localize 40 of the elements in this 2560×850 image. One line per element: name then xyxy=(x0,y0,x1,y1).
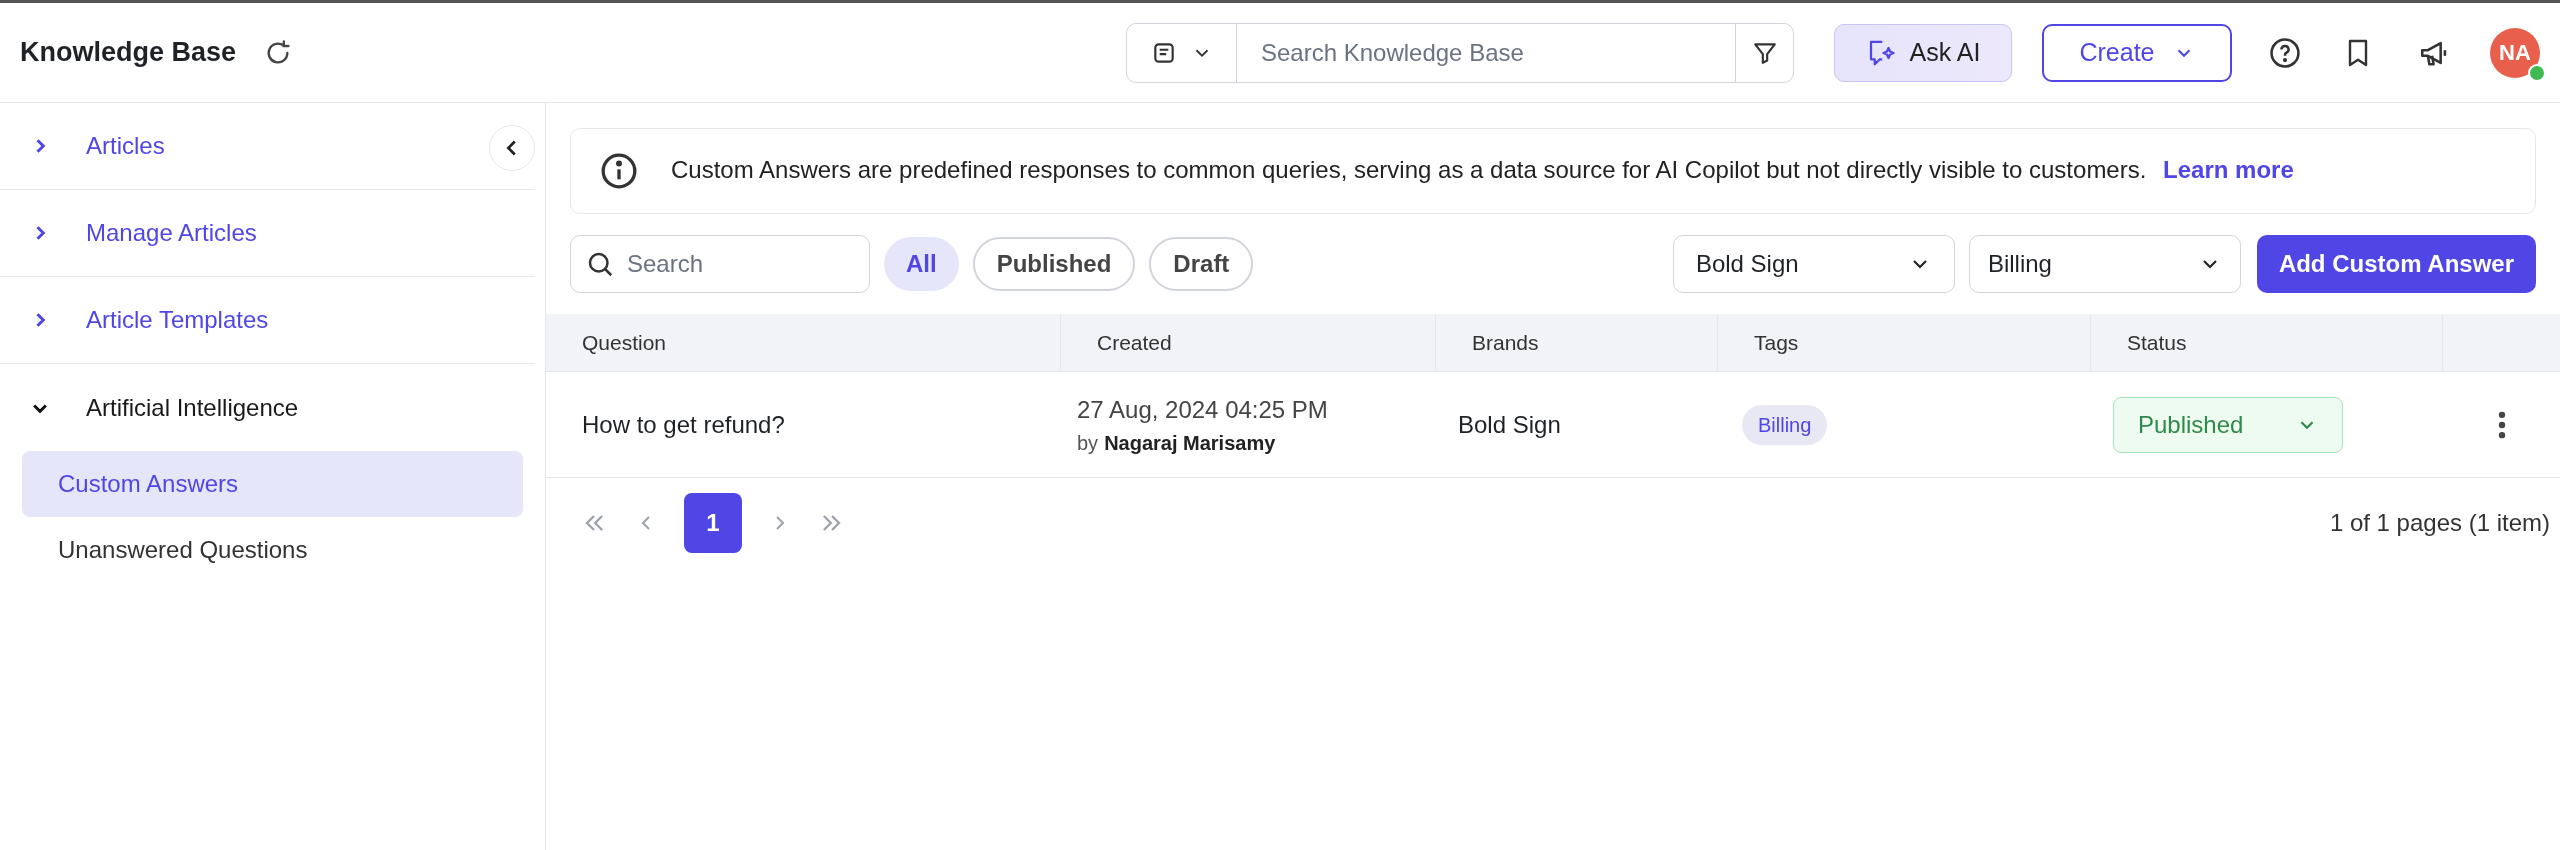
search-field[interactable]: Search Knowledge Base xyxy=(1237,23,1735,82)
learn-more-link[interactable]: Learn more xyxy=(2163,156,2294,183)
table-cell: How to get refund? xyxy=(582,410,785,438)
tag-chip: Billing xyxy=(1742,404,1828,445)
column-header: Question xyxy=(582,329,667,356)
column-header: Created xyxy=(1097,329,1172,356)
table-cell-text: 27 Aug, 2024 04:25 PM xyxy=(1077,394,1329,425)
sidebar-subitem[interactable]: Custom Answers xyxy=(22,451,523,517)
info-text: Custom Answers are predefined responses to common queries, serving as a data source for AI Copilot but not directly visible to customers. Learn more xyxy=(671,155,2294,185)
sidebar-item[interactable]: Articles xyxy=(86,128,165,164)
search-bar[interactable]: Search Knowledge Base xyxy=(1126,22,1794,83)
more-options-icon[interactable] xyxy=(2497,410,2506,439)
filter-tab[interactable]: Published xyxy=(972,237,1136,291)
add-custom-answer-button[interactable]: Add Custom Answer xyxy=(2256,235,2536,293)
search-field[interactable]: Search xyxy=(570,235,870,293)
page-title: Knowledge Base xyxy=(20,36,237,70)
page-button[interactable]: 1 xyxy=(684,493,742,553)
pagination-summary: 1 of 1 pages (1 item) xyxy=(2329,508,2550,538)
byline-label: by xyxy=(1077,430,1099,456)
column-header: Brands xyxy=(1472,329,1539,356)
sidebar-item[interactable]: Artificial Intelligence xyxy=(86,389,299,426)
help-icon[interactable] xyxy=(2268,35,2302,70)
status-dropdown[interactable]: Published xyxy=(2113,396,2343,453)
info-icon xyxy=(599,151,639,191)
author-name: Nagaraj Marisamy xyxy=(1104,430,1276,456)
create-button[interactable]: Create xyxy=(2042,23,2232,82)
column-header: Status xyxy=(2127,329,2187,356)
sidebar-item[interactable]: Article Templates xyxy=(86,302,269,338)
tag-dropdown[interactable]: Billing xyxy=(1968,235,2241,293)
filter-tab[interactable]: All xyxy=(884,237,959,291)
sidebar-subitem[interactable]: Unanswered Questions xyxy=(22,517,523,583)
collapse-sidebar-button[interactable] xyxy=(489,125,535,171)
column-header: Tags xyxy=(1754,329,1799,356)
brand-dropdown[interactable]: Bold Sign xyxy=(1672,235,1955,293)
table-cell: Bold Sign xyxy=(1458,410,1561,438)
user-avatar[interactable]: NA xyxy=(2490,27,2540,78)
sidebar-item[interactable]: Manage Articles xyxy=(86,215,257,251)
search-input[interactable]: Search xyxy=(627,246,855,282)
filter-tab[interactable]: Draft xyxy=(1149,237,1254,291)
ask-ai-button[interactable]: Ask AI xyxy=(1834,23,2012,82)
